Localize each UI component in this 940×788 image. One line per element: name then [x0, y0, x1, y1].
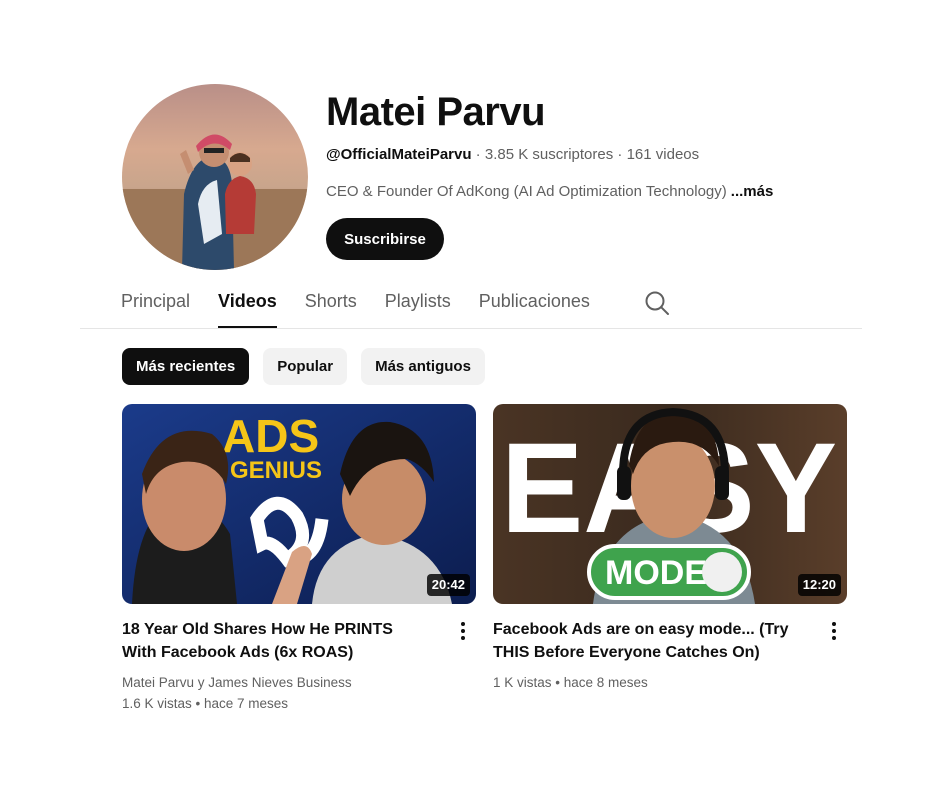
- channel-handle: @OfficialMateiParvu: [326, 146, 472, 163]
- thumb-genius-text: GENIUS: [230, 457, 322, 484]
- channel-tabs: Principal Videos Shorts Playlists Public…: [121, 284, 618, 328]
- tabs-divider: [80, 328, 862, 329]
- video-card[interactable]: EASY MODE 12:20 Facebook Ads are on easy…: [493, 404, 847, 693]
- more-vert-icon[interactable]: [829, 622, 839, 644]
- video-stats: 1.6 K vistas • hace 7 meses: [122, 696, 289, 711]
- tab-principal[interactable]: Principal: [121, 284, 190, 328]
- video-stats: 1 K vistas • hace 8 meses: [493, 675, 648, 690]
- video-thumbnail[interactable]: EASY MODE 12:20: [493, 404, 847, 604]
- more-vert-icon[interactable]: [458, 622, 468, 644]
- video-duration: 20:42: [426, 574, 470, 596]
- search-icon[interactable]: [644, 290, 670, 316]
- tab-publicaciones[interactable]: Publicaciones: [479, 284, 590, 328]
- video-title[interactable]: Facebook Ads are on easy mode... (Try TH…: [493, 618, 813, 664]
- tab-shorts[interactable]: Shorts: [305, 284, 357, 328]
- more-link[interactable]: ...más: [731, 183, 774, 200]
- video-title[interactable]: 18 Year Old Shares How He PRINTS With Fa…: [122, 618, 422, 664]
- tab-playlists[interactable]: Playlists: [385, 284, 451, 328]
- channel-avatar[interactable]: [122, 84, 308, 270]
- chip-oldest[interactable]: Más antiguos: [361, 348, 485, 385]
- channel-stats: · 3.85 K suscriptores · 161 videos: [471, 146, 700, 163]
- sort-chips: Más recientes Popular Más antiguos: [122, 348, 499, 385]
- channel-meta: @OfficialMateiParvu · 3.85 K suscriptore…: [326, 146, 699, 164]
- channel-name: Matei Parvu: [326, 90, 546, 134]
- channel-description-row[interactable]: CEO & Founder Of AdKong (AI Ad Optimizat…: [326, 183, 773, 201]
- tab-videos[interactable]: Videos: [218, 284, 277, 328]
- video-card[interactable]: ADS GENIUS 20:42 18 Year Old Shares How …: [122, 404, 476, 714]
- chip-most-recent[interactable]: Más recientes: [122, 348, 250, 385]
- channel-description: CEO & Founder Of AdKong (AI Ad Optimizat…: [326, 183, 727, 200]
- thumb-mode-text: MODE: [605, 554, 707, 592]
- thumb-ads-text: ADS: [222, 410, 319, 462]
- subscribe-button[interactable]: Suscribirse: [326, 218, 444, 260]
- video-channel[interactable]: Matei Parvu y James Nieves Business: [122, 672, 476, 693]
- video-thumbnail[interactable]: ADS GENIUS 20:42: [122, 404, 476, 604]
- video-duration: 12:20: [797, 574, 841, 596]
- chip-popular[interactable]: Popular: [263, 348, 348, 385]
